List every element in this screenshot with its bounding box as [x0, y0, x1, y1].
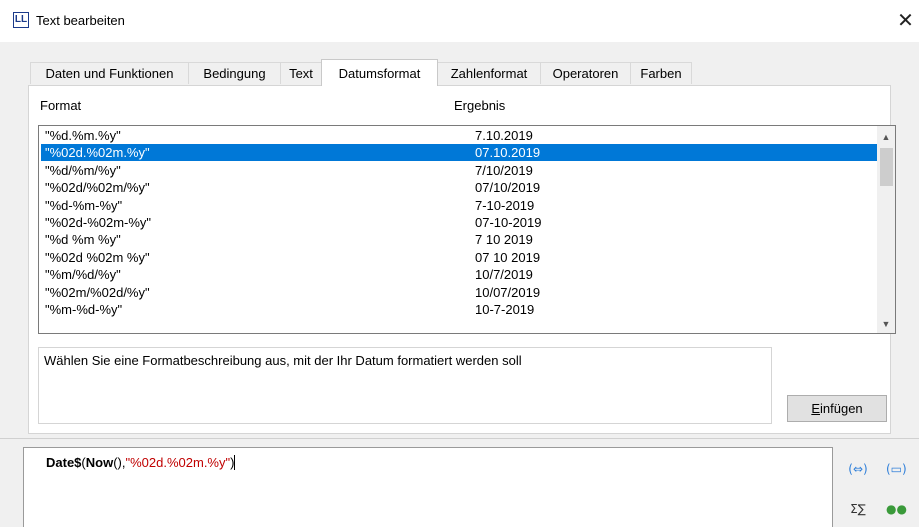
- column-header-result: Ergebnis: [454, 98, 506, 113]
- format-description: Wählen Sie eine Formatbeschreibung aus, …: [38, 347, 772, 424]
- list-item-format: "%m/%d/%y": [45, 267, 121, 283]
- field-icon[interactable]: (▭): [886, 460, 907, 478]
- tab-zahlenformat[interactable]: Zahlenformat: [437, 62, 541, 84]
- tab-daten-und-funktionen[interactable]: Daten und Funktionen: [30, 62, 189, 84]
- list-item-format: "%02d.%02m.%y": [45, 145, 150, 161]
- app-icon: LL: [13, 12, 29, 28]
- list-item-format: "%02m/%02d/%y": [45, 284, 150, 300]
- format-list[interactable]: "%d.%m.%y" 7.10.2019 "%02d.%02m.%y" 07.10.2…: [38, 125, 896, 334]
- text-caret: [234, 455, 236, 470]
- formula-text[interactable]: Date$(Now(),"%02d.%02m.%y"): [46, 455, 236, 470]
- formula-function-now: Now: [85, 455, 114, 470]
- list-item-result: 7.10.2019: [475, 128, 533, 143]
- close-button[interactable]: ✕: [892, 9, 919, 33]
- scroll-down-icon[interactable]: ▼: [877, 317, 895, 331]
- list-item-result: 7/10/2019: [475, 162, 533, 178]
- tab-text[interactable]: Text: [280, 62, 322, 84]
- formula-string-arg: "%02d.%02m.%y": [125, 455, 231, 470]
- window-title: Text bearbeiten: [36, 13, 125, 28]
- formula-function-date: Date$: [46, 455, 82, 470]
- list-item-result: 07/10/2019: [475, 180, 541, 196]
- scroll-up-icon[interactable]: ▲: [877, 130, 895, 144]
- list-item[interactable]: "%02d-%02m-%y" 07-10-2019: [41, 214, 878, 231]
- list-item-result: 07-10-2019: [475, 215, 542, 230]
- list-item-result: 7 10 2019: [475, 232, 533, 248]
- list-item-result: 10/7/2019: [475, 267, 533, 283]
- list-item[interactable]: "%02d/%02m/%y" 07/10/2019: [41, 179, 878, 196]
- users-icon[interactable]: ●●: [886, 500, 907, 518]
- list-item[interactable]: "%d-%m-%y" 7-10-2019: [41, 197, 878, 214]
- formula-args-sep: (),: [113, 455, 126, 470]
- list-item-format: "%d %m %y": [45, 232, 121, 248]
- list-item-result: 07.10.2019: [475, 145, 541, 161]
- list-item[interactable]: "%02d.%02m.%y" 07.10.2019: [41, 144, 878, 162]
- list-item[interactable]: "%02m/%02d/%y" 10/07/2019: [41, 284, 878, 301]
- tab-operatoren[interactable]: Operatoren: [540, 62, 631, 84]
- list-item[interactable]: "%m/%d/%y" 10/7/2019: [41, 266, 878, 283]
- list-item[interactable]: "%02d %02m %y" 07 10 2019: [41, 249, 878, 266]
- list-item[interactable]: "%d.%m.%y" 7.10.2019: [41, 127, 878, 144]
- list-item-format: "%02d-%02m-%y": [45, 215, 152, 230]
- list-item-format: "%m-%d-%y": [45, 302, 123, 317]
- list-item[interactable]: "%d/%m/%y" 7/10/2019: [41, 162, 878, 179]
- list-item-result: 07 10 2019: [475, 249, 541, 265]
- insert-button-label: infügen: [820, 401, 863, 416]
- title-bar: [0, 0, 919, 42]
- tab-datumsformat[interactable]: Datumsformat: [321, 59, 438, 86]
- list-item[interactable]: "%m-%d-%y" 10-7-2019: [41, 301, 878, 318]
- tab-bedingung[interactable]: Bedingung: [188, 62, 281, 84]
- list-item[interactable]: "%d %m %y" 7 10 2019: [41, 231, 878, 248]
- wrap-expression-icon[interactable]: (⇔): [848, 460, 868, 478]
- list-item-format: "%d.%m.%y": [45, 128, 121, 143]
- tab-farben[interactable]: Farben: [630, 62, 692, 84]
- list-item-result: 10-7-2019: [475, 302, 535, 317]
- list-item-format: "%d/%m/%y": [45, 162, 121, 178]
- list-item-format: "%02d %02m %y": [45, 249, 150, 265]
- list-item-format: "%02d/%02m/%y": [45, 180, 150, 196]
- list-item-result: 7-10-2019: [475, 197, 535, 213]
- list-item-result: 10/07/2019: [475, 284, 541, 300]
- separator: [0, 438, 919, 439]
- column-header-format: Format: [40, 98, 82, 113]
- insert-button-accel: E: [811, 401, 820, 416]
- scroll-thumb[interactable]: [880, 148, 893, 186]
- sum-icon[interactable]: Σ∑: [848, 500, 868, 518]
- list-item-format: "%d-%m-%y": [45, 197, 123, 213]
- insert-button[interactable]: Einfügen: [787, 395, 887, 422]
